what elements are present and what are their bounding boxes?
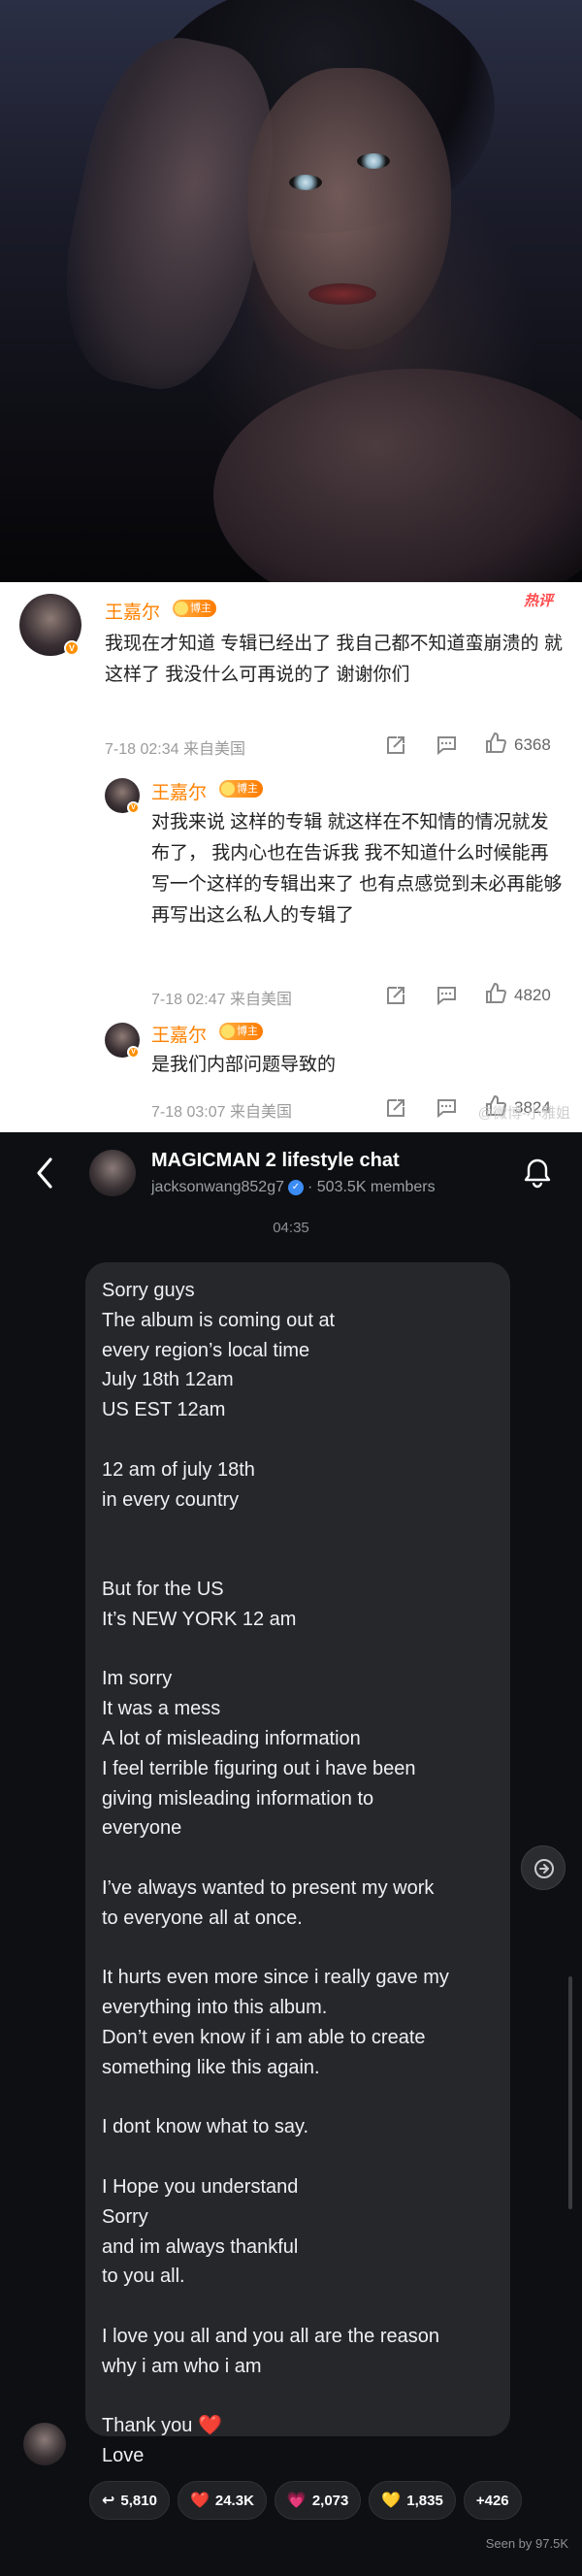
scrollbar[interactable]	[568, 1976, 572, 2209]
comment-meta: 7-18 02:47 来自美国	[151, 992, 292, 1008]
sender-avatar[interactable]	[23, 2423, 66, 2465]
commenter-name[interactable]: 王嘉尔	[105, 598, 160, 624]
like-count: 6368	[514, 735, 551, 754]
photo-shoulder	[213, 369, 582, 582]
red-heart-icon: ❤️	[189, 2493, 210, 2509]
channel-title[interactable]: MAGICMAN 2 lifestyle chat	[151, 1150, 400, 1172]
like-icon[interactable]	[483, 732, 508, 755]
yellow-heart-icon: 💛	[381, 2493, 402, 2509]
commenter-name[interactable]: 王嘉尔	[151, 778, 207, 804]
member-count: · 503.5K members	[307, 1179, 436, 1195]
seen-count: Seen by 97.5K	[485, 2536, 568, 2551]
pink-heart-icon: 💗	[286, 2493, 307, 2509]
channel-handle: jacksonwang852g7	[151, 1179, 284, 1195]
reaction-count: 2,073	[311, 2492, 349, 2509]
reaction-count: +426	[475, 2492, 509, 2509]
share-icon[interactable]	[383, 1096, 408, 1120]
reaction-count: 5,810	[120, 2492, 157, 2509]
forward-icon: ↩	[102, 2493, 115, 2509]
comment-text: 对我来说 这样的专辑 就这样在不知情的情况就发布了， 我内心也在告诉我 我不知道…	[151, 812, 563, 926]
verified-check-icon: ✓	[288, 1180, 304, 1195]
photo-lips	[308, 283, 376, 305]
comment-icon[interactable]	[434, 734, 459, 757]
header-photo	[0, 0, 582, 582]
like-count: 4820	[514, 986, 551, 1004]
reaction-red-heart[interactable]: ❤️ 24.3K	[177, 2481, 267, 2520]
author-tag: 博主	[219, 780, 263, 798]
commenter-name[interactable]: 王嘉尔	[151, 1021, 207, 1047]
share-icon[interactable]	[383, 734, 408, 757]
verified-badge-icon: V	[127, 801, 140, 814]
message-timestamp: 04:35	[273, 1220, 309, 1236]
reaction-bar: ↩ 5,810 ❤️ 24.3K 💗 2,073 💛 1,835 +426	[89, 2481, 522, 2520]
weibo-comments: 热评 V 王嘉尔 博主 我现在才知道 专辑已经出了 我自己都不知道蛮崩溃的 就这…	[0, 582, 582, 1132]
hot-comment-label: 热评	[524, 593, 554, 609]
comment-text: 是我们内部问题导致的	[151, 1055, 337, 1075]
share-icon[interactable]	[383, 984, 408, 1007]
photo-face	[247, 68, 451, 349]
reaction-count: 1,835	[406, 2492, 443, 2509]
channel-avatar[interactable]	[89, 1150, 136, 1196]
comment-icon[interactable]	[434, 1096, 459, 1120]
photo-eye-left	[289, 175, 322, 190]
author-tag: 博主	[219, 1023, 263, 1040]
reaction-count: 24.3K	[214, 2492, 254, 2509]
like-icon[interactable]	[483, 982, 508, 1005]
watermark: @微博-小雅姐	[477, 1105, 570, 1122]
reaction-forward[interactable]: ↩ 5,810	[89, 2481, 170, 2520]
share-arrow-icon	[534, 1859, 554, 1878]
bell-icon[interactable]	[520, 1156, 555, 1190]
message-text: Sorry guys The album is coming out at ev…	[102, 1280, 449, 2467]
comment-meta: 7-18 02:34 来自美国	[105, 741, 245, 758]
comment-icon[interactable]	[434, 984, 459, 1007]
reaction-pink-heart[interactable]: 💗 2,073	[274, 2481, 362, 2520]
verified-badge-icon: V	[127, 1046, 140, 1059]
photo-eye-right	[357, 153, 390, 169]
telegram-chat: MAGICMAN 2 lifestyle chat jacksonwang852…	[0, 1132, 582, 2576]
author-tag: 博主	[173, 600, 216, 617]
comment-text: 我现在才知道 专辑已经出了 我自己都不知道蛮崩溃的 就这样了 我没什么可再说的了…	[105, 634, 563, 685]
reaction-more[interactable]: +426	[463, 2481, 522, 2520]
channel-subtitle: jacksonwang852g7 ✓ · 503.5K members	[151, 1179, 436, 1196]
verified-badge-icon: V	[64, 640, 80, 656]
reaction-yellow-heart[interactable]: 💛 1,835	[369, 2481, 456, 2520]
back-arrow-icon[interactable]	[31, 1154, 58, 1192]
comment-meta: 7-18 03:07 来自美国	[151, 1104, 292, 1121]
share-message-button[interactable]	[521, 1845, 566, 1890]
